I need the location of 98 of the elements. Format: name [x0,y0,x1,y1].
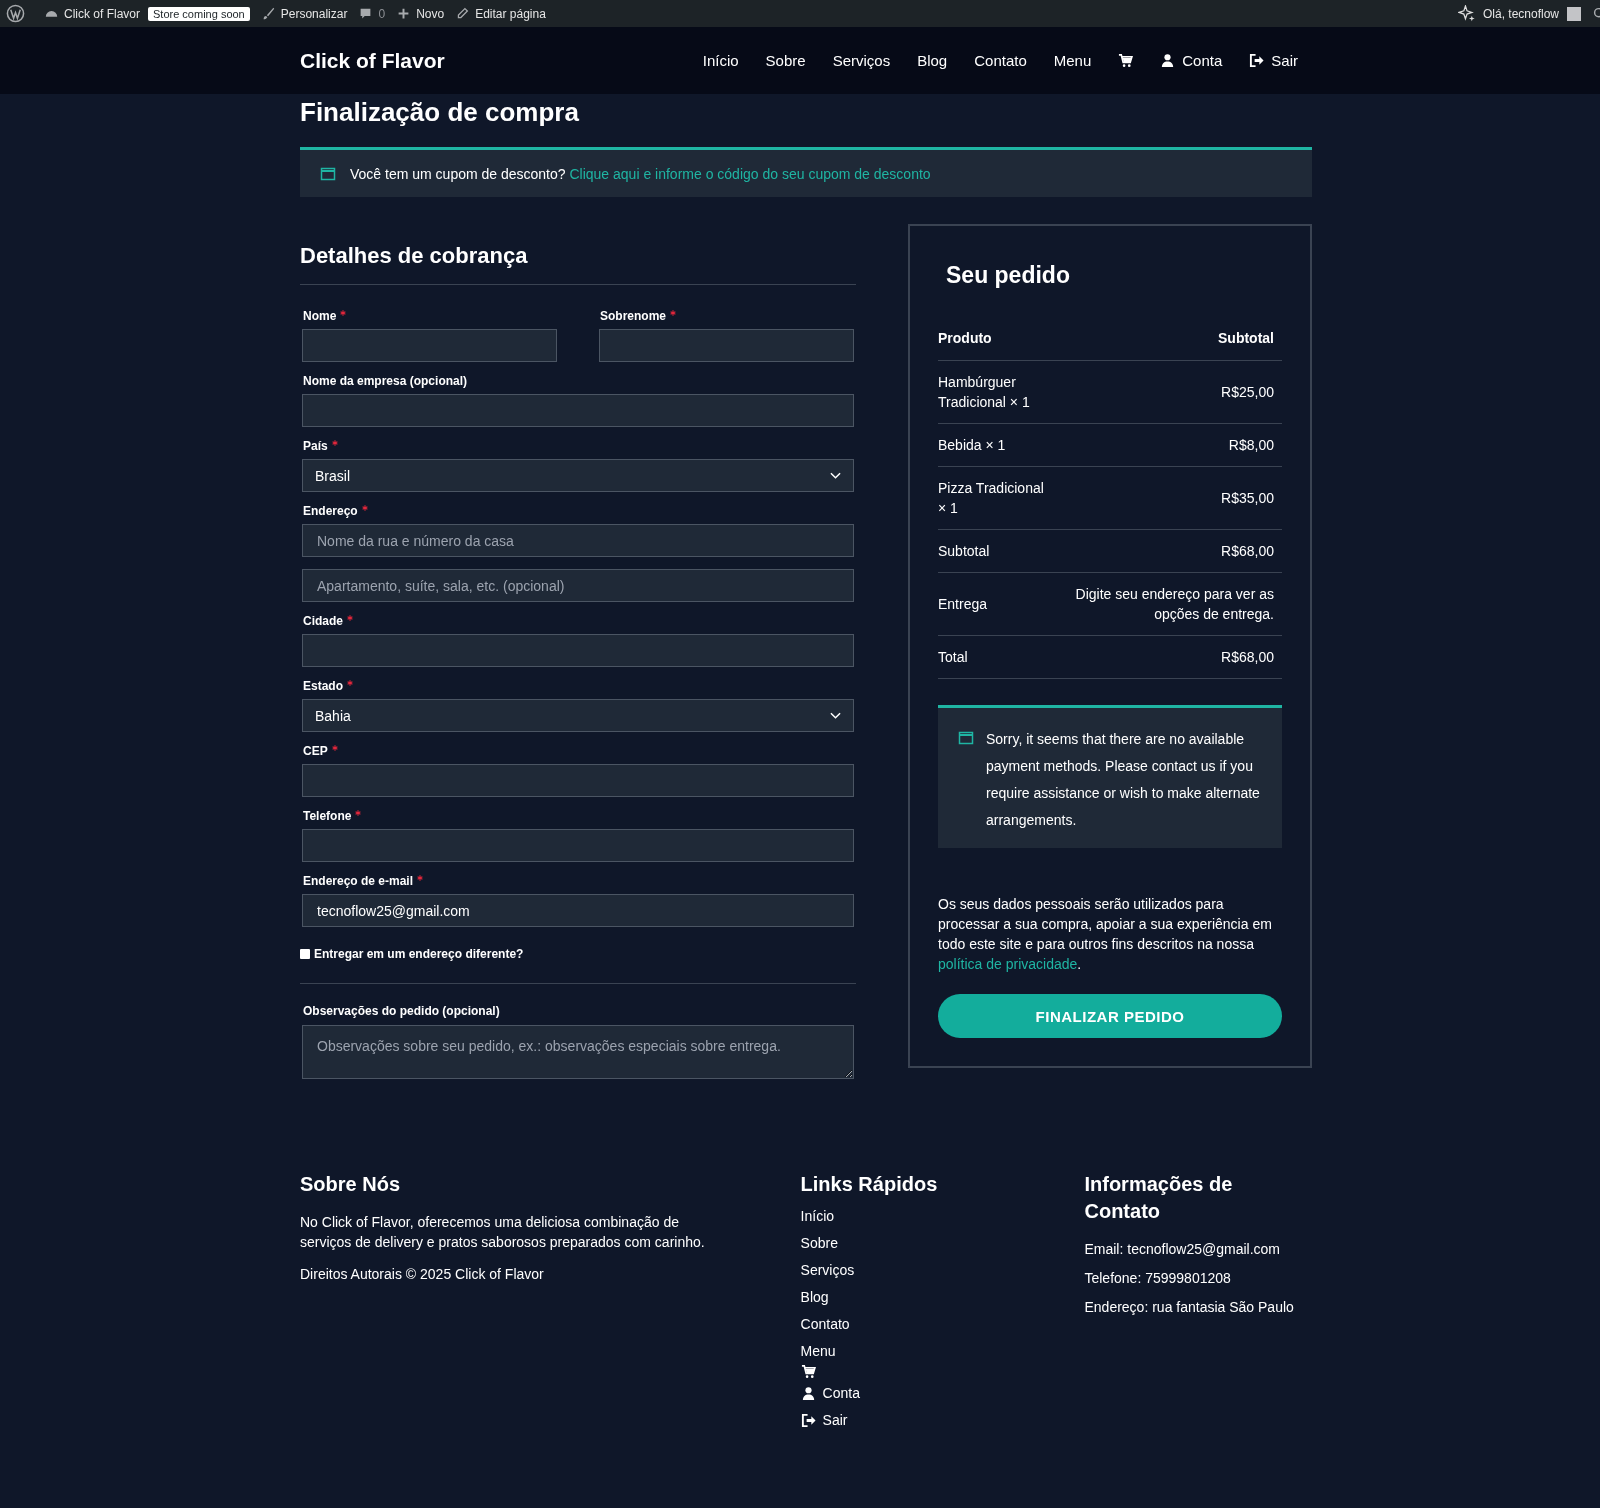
about-text: No Click of Flavor, oferecemos uma deliciosa combinação de serviços de delivery e pratos saborosos preparados com carinho. [300,1213,706,1252]
site-logo[interactable]: Click of Flavor [300,48,445,73]
product-name: Pizza Tradicional × 1 [938,479,1045,518]
coupon-link[interactable]: Clique aqui e informe o código do seu cupom de desconto [569,165,931,182]
privacy-link[interactable]: política de privacidade [938,956,1078,972]
field-label: Cidade [302,614,343,628]
product-price: R$8,00 [1228,436,1274,455]
total-label: Total [938,648,968,667]
nav-link[interactable]: Blog [917,52,948,69]
nav-link[interactable]: Conta [1160,52,1223,69]
nav-link[interactable]: Menu [1053,52,1092,69]
checkbox-label: Entregar em um endereço diferente? [314,947,524,961]
total-value: Digite seu endereço para ver as opções de entrega. [1074,585,1274,624]
field-label: Observações do pedido (opcional) [302,1004,501,1018]
chevron-down-icon [830,711,841,720]
column-header: Subtotal [1218,329,1274,348]
product-price: R$25,00 [1221,383,1274,402]
contact-text: Email: tecnoflow25@gmail.com [1084,1240,1281,1259]
user-icon [800,1386,816,1401]
checkbox[interactable] [300,949,310,959]
order-heading: Seu pedido [946,262,1071,289]
input-field[interactable]: Nome da rua e número da casa [302,524,854,557]
contact-text: Endereço: rua fantasia São Paulo [1084,1298,1295,1317]
column-header: Produto [938,329,992,348]
sparkle-icon[interactable] [1457,5,1475,22]
footer-heading: Informações de Contato [1084,1172,1234,1224]
contact-text: Telefone: 75999801208 [1084,1269,1232,1288]
account-greeting-link[interactable]: Olá, tecnoflow [1482,6,1559,21]
footer-link[interactable]: Blog [800,1289,829,1306]
footer-link[interactable]: Sobre [800,1235,838,1252]
user-icon [1160,53,1176,68]
plus-icon [397,7,411,20]
field-label: Sobrenome [599,309,666,323]
field-label: CEP [302,744,328,758]
input-field[interactable] [302,634,854,667]
cart-link[interactable] [800,1364,816,1379]
coupon-text: Você tem um cupom de desconto? Clique aqui e informe o código do seu cupom de desconto [350,165,931,182]
input-field[interactable]: Apartamento, suíte, sala, etc. (opcional) [302,569,854,602]
notes-field[interactable]: Observações sobre seu pedido, ex.: observações especiais sobre entrega. [302,1025,854,1079]
nav-link[interactable]: Sair [1249,52,1298,69]
field-label: Nome [302,309,337,323]
field-label: Telefone [302,809,352,823]
window-icon [958,730,974,746]
admin-bar-link[interactable]: 0 [378,6,386,21]
nav-link[interactable]: Serviços [832,52,891,69]
footer-link[interactable]: Contato [800,1316,850,1333]
cart-icon [800,1364,816,1379]
field-label: Nome da empresa (opcional) [302,374,468,388]
field-label: Endereço de e-mail [302,874,414,888]
dropdown-field[interactable]: Brasil [302,459,854,492]
cart-link[interactable] [1118,53,1134,68]
footer-link[interactable]: Sair [800,1412,848,1429]
comment-icon [359,7,373,20]
footer-link[interactable]: Menu [800,1343,836,1360]
brush-icon [261,7,275,20]
wordpress-logo-icon[interactable] [6,4,25,23]
total-label: Subtotal [938,542,990,561]
store-status-badge[interactable]: Store coming soon [148,6,250,21]
nav-link[interactable]: Contato [974,52,1027,69]
product-name: Hambúrguer Tradicional × 1 [938,373,1031,412]
input-field[interactable] [302,829,854,862]
total-label: Entrega [938,595,988,614]
dropdown-field[interactable]: Bahia [302,699,854,732]
admin-bar-link[interactable]: Personalizar [280,6,348,21]
page-title: Finalização de compra [300,96,580,129]
pencil-icon [456,7,470,20]
billing-heading: Detalhes de cobrança [300,242,529,270]
footer-heading: Sobre Nós [300,1172,402,1197]
footer-link[interactable]: Serviços [800,1262,855,1279]
field-label: Estado [302,679,343,693]
privacy-text: Os seus dados pessoais serão utilizados para processar a sua compra, apoiar a sua experiência em todo este site e para outros fins descritos na nossa política de privacidade. [938,895,1273,974]
input-field[interactable] [302,394,854,427]
field-label: País [302,439,328,453]
avatar-icon [1567,6,1581,21]
cart-icon [1118,53,1134,68]
footer-link[interactable]: Conta [800,1385,860,1402]
field-label: Endereço [302,504,358,518]
admin-bar-link[interactable]: Editar página [475,6,546,21]
input-field[interactable]: tecnoflow25@gmail.com [302,894,854,927]
total-value: R$68,00 [1221,648,1274,667]
site-name-link[interactable]: Click of Flavor [64,6,140,21]
input-field[interactable] [302,329,557,362]
copyright-text: Direitos Autorais © 2025 Click of Flavor [300,1265,545,1284]
input-field[interactable] [599,329,854,362]
input-field[interactable] [302,764,854,797]
logout-icon [1249,53,1265,68]
window-icon [320,165,336,182]
product-price: R$35,00 [1221,489,1274,508]
footer-link[interactable]: Início [800,1208,835,1225]
admin-bar-link[interactable]: Novo [416,6,445,21]
footer-heading: Links Rápidos [800,1172,939,1197]
total-value: R$68,00 [1221,542,1274,561]
payment-notice-text: Sorry, it seems that there are no available payment methods. Please contact us if you require assistance or wish to make alternate arrangements. [986,730,1261,830]
nav-link[interactable]: Sobre [765,52,806,69]
nav-link[interactable]: Início [702,52,739,69]
product-name: Bebida × 1 [938,436,1007,455]
logout-icon [800,1413,816,1428]
chevron-down-icon [830,471,841,480]
